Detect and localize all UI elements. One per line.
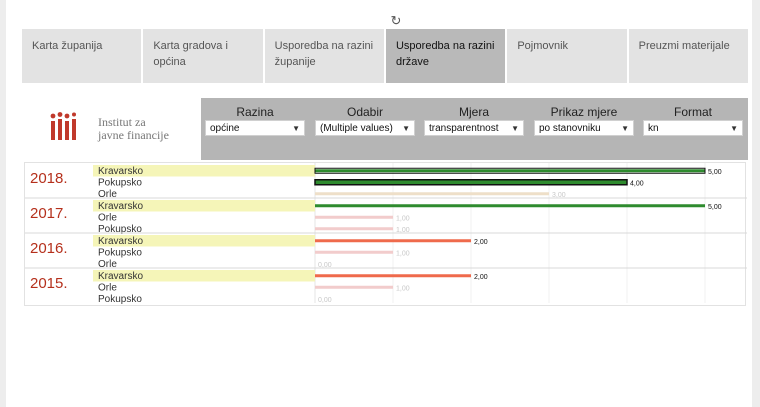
filter-prikaz-mjere: Prikaz mjere po stanovniku ▼ <box>534 104 634 136</box>
filter-odabir-label: Odabir <box>346 105 384 119</box>
filter-format-label: Format <box>673 105 712 119</box>
mjera-dropdown[interactable]: transparentnost ▼ <box>424 120 524 136</box>
filter-razina-label: Razina <box>236 105 274 119</box>
data-bar <box>315 239 471 243</box>
filter-odabir: Odabir (Multiple values) ▼ <box>315 104 415 136</box>
mjera-value: transparentnost <box>429 123 499 134</box>
year-label: 2015. <box>30 275 68 292</box>
row-name: Orle <box>98 283 117 294</box>
prikaz-mjere-dropdown[interactable]: po stanovniku ▼ <box>534 120 634 136</box>
logo-text: Institut za javne financije <box>98 116 169 142</box>
year-label: 2017. <box>30 205 68 222</box>
data-bar <box>315 227 393 231</box>
data-bar <box>315 169 705 173</box>
filter-prikaz-mjere-label: Prikaz mjere <box>550 105 618 119</box>
tab-preuzmi-materijale[interactable]: Preuzmi materijale <box>628 29 748 83</box>
format-dropdown[interactable]: kn ▼ <box>643 120 743 136</box>
tab-pojmovnik[interactable]: Pojmovnik <box>507 29 627 83</box>
data-label: 5,00 <box>708 204 722 211</box>
dashboard-frame: ↻ Karta županija Karta gradova i općina … <box>0 0 760 407</box>
frame-right-border <box>752 0 760 407</box>
row-name: Kravarsko <box>98 201 143 212</box>
frame-left-border <box>0 0 6 407</box>
chevron-down-icon: ▼ <box>511 124 519 133</box>
comparison-chart-svg: 2018. Kravarsko 5,00Pokupsko 4,00Orle 3,0020… <box>25 163 747 305</box>
navigation-tabs: Karta županija Karta gradova i općina Us… <box>22 29 748 83</box>
odabir-value: (Multiple values) <box>320 123 393 134</box>
filter-mjera: Mjera transparentnost ▼ <box>424 104 524 136</box>
row-name: Pokupsko <box>98 178 142 189</box>
tab-karta-gradova-i-opcina[interactable]: Karta gradova i općina <box>143 29 263 83</box>
tab-usporedba-zupanije[interactable]: Usporedba na razini županije <box>264 29 384 83</box>
year-label: 2016. <box>30 240 68 257</box>
comparison-chart: 2018. Kravarsko 5,00 Pokupsko 4,00 Orle 3,00 20… <box>24 162 747 306</box>
tab-karta-zupanija[interactable]: Karta županija <box>22 29 142 83</box>
data-bar <box>314 179 628 186</box>
chevron-down-icon: ▼ <box>402 124 410 133</box>
data-bar <box>315 285 393 289</box>
razina-dropdown[interactable]: općine ▼ <box>205 120 305 136</box>
data-bar <box>315 204 705 208</box>
row-name: Pokupsko <box>98 294 142 305</box>
row-name: Orle <box>98 213 117 224</box>
data-bar <box>315 274 471 278</box>
prikaz-mjere-value: po stanovniku <box>539 123 601 134</box>
data-label: 1,00 <box>396 215 410 222</box>
data-label: 2,00 <box>474 239 488 246</box>
row-name: Pokupsko <box>98 248 142 259</box>
reload-icon[interactable]: ↻ <box>389 14 403 28</box>
logo-mark-icon <box>50 112 76 140</box>
chevron-down-icon: ▼ <box>730 124 738 133</box>
chevron-down-icon: ▼ <box>621 124 629 133</box>
logo-line-2: javne financije <box>98 128 169 142</box>
data-bar <box>315 192 549 196</box>
chevron-down-icon: ▼ <box>292 124 300 133</box>
data-label: 1,00 <box>396 285 410 292</box>
razina-value: općine <box>210 123 240 134</box>
odabir-dropdown[interactable]: (Multiple values) ▼ <box>315 120 415 136</box>
row-name: Kravarsko <box>98 236 143 247</box>
data-label: 0,00 <box>318 297 332 304</box>
data-bar <box>315 215 393 219</box>
tab-usporedba-drzave[interactable]: Usporedba na razini države <box>385 29 506 83</box>
filter-panel: Razina općine ▼ Odabir (Multiple values)… <box>201 98 748 160</box>
filter-mjera-label: Mjera <box>458 105 489 119</box>
ijf-logo: Institut za javne financije <box>48 112 188 146</box>
filter-razina: Razina općine ▼ <box>205 104 305 136</box>
data-bar <box>315 250 393 254</box>
data-label: 1,00 <box>396 250 410 257</box>
year-label: 2018. <box>30 170 68 187</box>
row-name: Kravarsko <box>98 271 143 282</box>
data-label: 2,00 <box>474 274 488 281</box>
format-value: kn <box>648 123 659 134</box>
data-label: 4,00 <box>630 180 644 187</box>
filter-format: Format kn ▼ <box>643 104 743 136</box>
row-name: Kravarsko <box>98 166 143 177</box>
data-label: 5,00 <box>708 169 722 176</box>
